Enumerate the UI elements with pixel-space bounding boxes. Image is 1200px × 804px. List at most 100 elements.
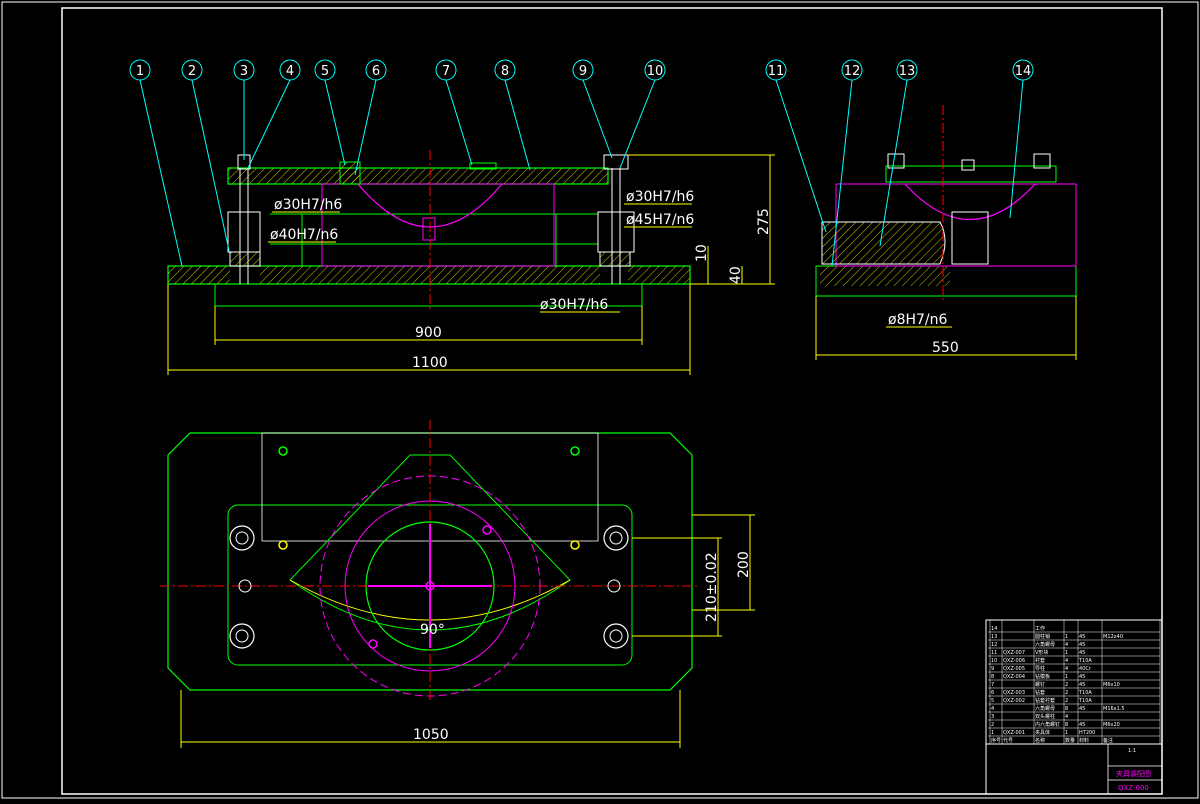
callout-leader-11 (775, 79, 827, 233)
tb-cell-qty: 2 (1065, 698, 1068, 704)
callout-leader-5 (324, 79, 346, 166)
plan-dowel-r (570, 540, 580, 550)
plan-bolt-hole-tl-inner (235, 531, 249, 545)
dim-200-label: 200 (736, 551, 752, 578)
callout-leader-9 (582, 79, 613, 159)
tb-cell-name: 螺钉 (1035, 681, 1045, 688)
callout-number-8: 8 (501, 64, 509, 79)
tb-cell-name: 导柱 (1035, 665, 1045, 672)
tb-cell-no: 2 (991, 722, 994, 728)
tb-cell-material: 45 (1079, 706, 1085, 712)
tb-cell-qty: 4 (1065, 714, 1068, 720)
tb-cell-code: QXZ-007 (1003, 650, 1025, 656)
callout-number-9: 9 (579, 64, 587, 79)
tb-cell-note: M12x40 (1103, 634, 1123, 640)
tb-cell-qty: 1 (1065, 674, 1068, 680)
tb-cell-material: T10A (1078, 698, 1092, 704)
dim-900-label: 900 (415, 325, 442, 341)
dim-1100-label: 1100 (412, 355, 448, 371)
tb-cell-qty: 4 (1065, 666, 1068, 672)
tb-cell-material: 40Cr (1079, 666, 1092, 672)
fit-1-label: ø30H7/h6 (274, 197, 342, 213)
tb-cell-name: 双头螺柱 (1035, 713, 1055, 720)
side-workpiece-section (821, 221, 946, 265)
tb-cell-material: T10A (1078, 690, 1092, 696)
plan-bolt-hole-br (603, 623, 629, 649)
tb-drawing-title: 夹具装配图 (1116, 769, 1151, 778)
front-body (321, 183, 555, 267)
tb-cell-qty: 1 (1065, 650, 1068, 656)
callout-leader-2 (191, 79, 231, 256)
tb-cell-no: 13 (991, 634, 997, 640)
callout-number-10: 10 (647, 64, 664, 79)
tb-cell-no: 14 (991, 626, 997, 632)
tb-cell-code: QXZ-006 (1003, 658, 1025, 664)
callout-number-5: 5 (321, 64, 329, 79)
tb-cell-name: 六角螺母 (1035, 705, 1055, 712)
tb-cell-material: HT200 (1079, 730, 1095, 736)
tb-cell-no: 5 (991, 698, 994, 704)
tb-cell-name: 夹具体 (1035, 729, 1050, 736)
tb-cell-name: 内六角螺钉 (1035, 721, 1060, 728)
tb-cell-material: 45 (1079, 682, 1085, 688)
plan-bolt-hole-tr (603, 525, 629, 551)
callout-leader-4 (247, 79, 291, 169)
plan-bolt-hole-tl (229, 525, 255, 551)
callout-number-1: 1 (136, 64, 144, 79)
tb-cell-no: 9 (991, 666, 994, 672)
plan-pin-tr (570, 446, 580, 456)
tb-cell-code: QXZ-003 (1003, 690, 1025, 696)
tb-cell-no: 7 (991, 682, 994, 688)
side-fit-label: ø8H7/n6 (888, 312, 947, 328)
tb-cell-note: M6x10 (1103, 682, 1120, 688)
plan-bolt-hole-bl (229, 623, 255, 649)
callout-leader-7 (445, 79, 473, 166)
fit-2-label: ø40H7/n6 (270, 227, 338, 243)
drawing-frame-inner (61, 7, 1163, 795)
tb-cell-no: 8 (991, 674, 994, 680)
tb-cell-qty: 8 (1065, 706, 1068, 712)
callout-number-6: 6 (372, 64, 380, 79)
side-view: ø8H7/n6 550 (815, 105, 1077, 360)
plan-dowel-l (278, 540, 288, 550)
tb-cell-material: 45 (1079, 634, 1085, 640)
tb-header-name: 名称 (1035, 737, 1045, 744)
tb-cell-no: 10 (991, 658, 997, 664)
tb-cell-name: V形块 (1035, 649, 1048, 656)
tb-cell-qty: 1 (1065, 634, 1068, 640)
tb-drawing-number: QXZ-000 (1118, 784, 1149, 792)
tb-cell-name: 钻套衬套 (1035, 697, 1055, 704)
side-column-top (961, 159, 975, 171)
cad-drawing-canvas: 2 7 5 10 40 900 1100 ø30H7/h6 ø40H7/n6 ø30… (0, 0, 1200, 800)
callout-leader-13 (879, 79, 908, 247)
tb-header-code: 代号 (1003, 737, 1013, 744)
tb-cell-name: 衬套 (1035, 657, 1045, 664)
callout-number-7: 7 (442, 64, 450, 79)
tb-cell-code: QXZ-002 (1003, 698, 1025, 704)
plan-hole-a (482, 525, 492, 535)
tb-header-qty: 数量 (1065, 737, 1075, 744)
tb-cell-qty: 4 (1065, 642, 1068, 648)
callout-number-12: 12 (844, 64, 861, 79)
dim-1050-label: 1050 (413, 727, 449, 743)
callout-number-11: 11 (768, 64, 785, 79)
fit-3-label: ø30H7/h6 (626, 189, 694, 205)
callout-leader-1 (139, 79, 183, 267)
plan-bolt-hole-bl-inner (235, 629, 249, 643)
dim-40-label: 40 (728, 266, 744, 284)
tb-cell-qty: 2 (1065, 682, 1068, 688)
tb-cell-no: 4 (991, 706, 994, 712)
tb-cell-material: 45 (1079, 722, 1085, 728)
tb-cell-no: 1 (991, 730, 994, 736)
plan-hole-b (368, 639, 378, 649)
tb-cell-code: QXZ-001 (1003, 730, 1025, 736)
tb-cell-no: 12 (991, 642, 997, 648)
tb-cell-no: 11 (991, 650, 997, 656)
callout-number-14: 14 (1015, 64, 1032, 79)
dim-10-label: 10 (694, 244, 710, 262)
tb-cell-name: 六角螺母 (1035, 641, 1055, 648)
plan-bolt-hole-tr-inner (609, 531, 623, 545)
front-drill-plate (227, 167, 609, 185)
callout-number-2: 2 (188, 64, 196, 79)
callout-leader-8 (504, 79, 531, 171)
